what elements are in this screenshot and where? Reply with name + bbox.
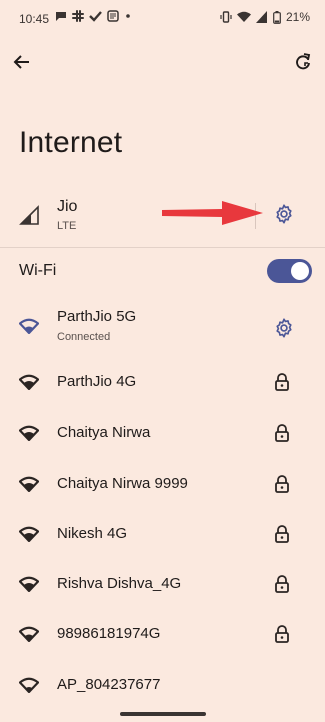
network-name: Nikesh 4G (57, 525, 128, 542)
status-time: 10:45 (19, 12, 50, 26)
notification-icons (55, 10, 132, 22)
wifi-signal-icon (19, 626, 39, 642)
arrow-left-icon (13, 55, 29, 69)
message-icon (55, 10, 67, 22)
wifi-signal-icon (19, 526, 39, 542)
network-item[interactable]: Nikesh 4G (0, 511, 325, 561)
gear-icon (276, 204, 292, 224)
page-title: Internet (19, 126, 123, 159)
status-bar: 10:45 21% (0, 0, 325, 38)
network-name: AP_804237677 (57, 676, 161, 693)
wifi-signal-icon (19, 374, 39, 390)
dot-icon (124, 10, 132, 22)
network-settings-button[interactable] (273, 317, 295, 339)
wifi-label: Wi-Fi (19, 262, 57, 279)
lock-icon (274, 373, 290, 391)
wifi-signal-icon (19, 677, 39, 693)
network-name: ParthJio 4G (57, 373, 137, 390)
network-item[interactable]: ParthJio 5G Connected (0, 303, 325, 353)
mobile-network-name: Jio (57, 198, 78, 215)
gesture-home-bar[interactable] (120, 712, 206, 716)
network-name: 98986181974G (57, 625, 161, 642)
wifi-signal-icon (19, 425, 39, 441)
wifi-signal-icon (19, 476, 39, 492)
top-app-bar (0, 40, 325, 84)
lock-icon (274, 475, 290, 493)
cell-signal-icon (19, 205, 39, 225)
gear-icon (276, 318, 292, 338)
network-item[interactable]: Rishva Dishva_4G (0, 561, 325, 611)
mobile-network-type: LTE (57, 220, 77, 232)
battery-percent: 21% (285, 10, 310, 24)
wifi-signal-icon (19, 576, 39, 592)
vibrate-icon (220, 11, 232, 23)
section-divider (0, 247, 325, 248)
network-name: Chaitya Nirwa (57, 424, 151, 441)
lock-icon (274, 525, 290, 543)
network-name: Rishva Dishva_4G (57, 575, 182, 592)
network-status: Connected (57, 331, 111, 343)
network-name: ParthJio 5G (57, 308, 137, 325)
annotation-arrow-icon (160, 196, 265, 235)
network-name: Chaitya Nirwa 9999 (57, 475, 188, 492)
refresh-button[interactable] (289, 48, 317, 76)
network-item[interactable]: Chaitya Nirwa 9999 (0, 461, 325, 511)
system-icons: 21% (220, 10, 310, 24)
refresh-icon (296, 53, 311, 70)
network-item[interactable]: Chaitya Nirwa (0, 410, 325, 460)
wifi-icon (236, 11, 251, 23)
lock-icon (274, 625, 290, 643)
toggle-knob (291, 262, 309, 280)
network-item[interactable]: ParthJio 4G (0, 359, 325, 409)
mobile-settings-button[interactable] (273, 203, 295, 225)
shield-icon (107, 10, 119, 22)
wifi-signal-icon (19, 318, 39, 334)
signal-icon (255, 11, 268, 23)
wifi-toggle-switch[interactable] (267, 259, 312, 283)
back-button[interactable] (8, 48, 36, 76)
network-item[interactable]: 98986181974G (0, 611, 325, 661)
wifi-toggle-row[interactable]: Wi-Fi (0, 255, 325, 289)
slack-icon (72, 10, 84, 22)
check-icon (89, 10, 102, 22)
network-item[interactable]: AP_804237677 (0, 662, 325, 712)
lock-icon (274, 575, 290, 593)
battery-icon (273, 10, 281, 24)
lock-icon (274, 424, 290, 442)
